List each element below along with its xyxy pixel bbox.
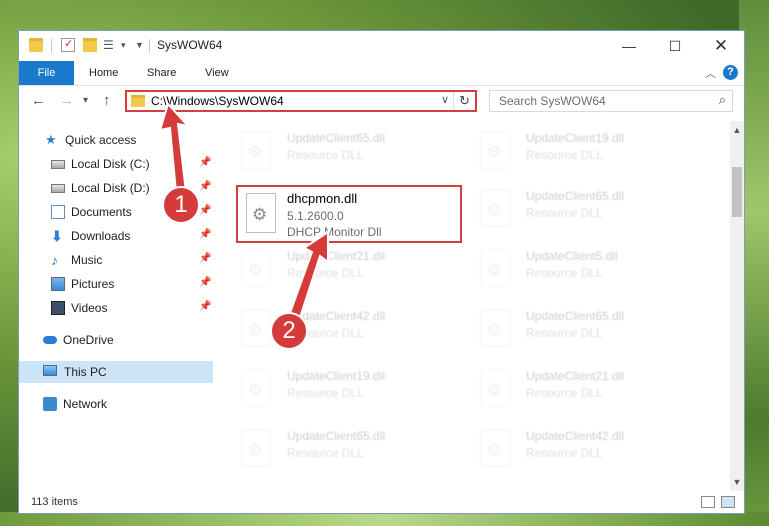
annotation-arrows xyxy=(158,102,329,332)
step-badge-2: 2 xyxy=(270,312,308,350)
arrow-1 xyxy=(158,102,191,193)
step-badge-1: 1 xyxy=(162,186,200,224)
